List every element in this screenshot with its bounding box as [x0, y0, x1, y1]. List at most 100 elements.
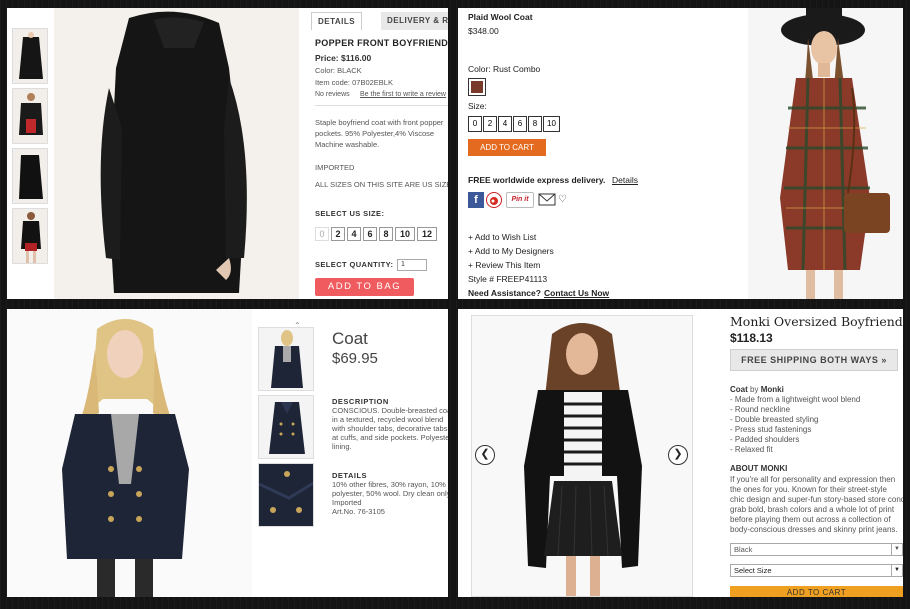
size-select[interactable]: Select Size ▼ [730, 564, 903, 577]
details-heading: DETAILS [332, 471, 368, 480]
product-title: Plaid Wool Coat [468, 12, 533, 22]
product-price: $348.00 [468, 26, 499, 36]
chevron-down-icon: ▼ [891, 565, 902, 576]
product-title: POPPER FRONT BOYFRIEND COAT [315, 38, 448, 48]
add-to-bag-button[interactable]: ADD TO BAG [315, 278, 414, 296]
pinterest-button[interactable]: Pin it [506, 192, 534, 208]
thumbnail-1[interactable] [258, 327, 314, 391]
size-option[interactable]: 2 [483, 116, 497, 132]
description-line-3: Machine washable. [315, 140, 380, 149]
tab-details[interactable]: DETAILS [311, 12, 363, 30]
feature-line: - Press stud fastenings [730, 425, 812, 434]
write-review-link[interactable]: Be the first to write a review [360, 91, 446, 98]
size-option[interactable]: 2 [331, 227, 345, 241]
quantity-input[interactable]: 1 [397, 259, 427, 271]
divider [315, 105, 448, 106]
feature-line: - Round neckline [730, 405, 791, 414]
details-line-4: Art.No. 76-3105 [332, 507, 385, 516]
chevron-down-icon: ▼ [891, 544, 902, 555]
about-line: grab bold, brash colors and a whole lot … [730, 505, 895, 514]
coat-label: Coat [730, 385, 748, 394]
description-line-5: lining. [332, 442, 352, 451]
details-line-1: 10% other fibres, 30% rayon, 10% [332, 480, 446, 489]
size-option[interactable]: 0 [315, 227, 329, 241]
feature-line: - Relaxed fit [730, 445, 773, 454]
topshop-product-panel: DETAILS DELIVERY & RETURNS POPPER FRONT … [7, 8, 448, 299]
add-to-cart-button[interactable]: ADD TO CART [730, 586, 903, 597]
hm-coat-product-panel: ⌃ Coat $69.95 DESCRIPTION CONSCIOUS. Dou… [7, 309, 448, 597]
weibo-icon[interactable] [486, 192, 502, 208]
tab-delivery-returns[interactable]: DELIVERY & RETURNS [381, 12, 448, 30]
about-line: before playing them out across a collect… [730, 515, 891, 524]
next-image-button[interactable]: ❯ [668, 445, 688, 465]
add-to-my-designers-link[interactable]: + Add to My Designers [468, 246, 554, 256]
prev-image-button[interactable]: ❮ [475, 445, 495, 465]
about-line: chic design and super-fun story-based st… [730, 495, 903, 504]
size-option[interactable]: 6 [363, 227, 377, 241]
thumbnail-3[interactable] [12, 148, 48, 204]
details-line-2: polyester, 50% wool. Dry clean only [332, 489, 448, 498]
color-swatch-rust[interactable] [468, 78, 486, 96]
size-option[interactable]: 4 [498, 116, 512, 132]
size-option[interactable]: 4 [347, 227, 361, 241]
thumbnail-2[interactable] [258, 395, 314, 459]
feature-line: - Made from a lightweight wool blend [730, 395, 861, 404]
description-line-2: in a textured, recycled wool blend [332, 415, 444, 424]
thumbnail-1[interactable] [12, 28, 48, 84]
style-number: Style # FREEP41113 [468, 274, 548, 284]
contact-us-link[interactable]: Contact Us Now [544, 288, 609, 298]
feature-line: - Padded shoulders [730, 435, 800, 444]
color-select-value: Black [734, 545, 753, 554]
product-price: Price: $116.00 [315, 53, 372, 63]
reviews-count: No reviews [315, 91, 350, 98]
details-line-3: Imported [332, 498, 362, 507]
feature-line: - Double breasted styling [730, 415, 819, 424]
size-option[interactable]: 12 [417, 227, 437, 241]
size-selector: 0 2 4 6 8 10 [468, 116, 560, 132]
size-select-value: Select Size [734, 566, 772, 575]
description-line-4: at cuffs, and side pockets. Polyester [332, 433, 448, 442]
size-option[interactable]: 10 [395, 227, 415, 241]
brand-link[interactable]: Monki [761, 385, 784, 394]
email-icon[interactable] [538, 192, 556, 208]
monki-coat-product-panel: ❮ ❯ Monki Oversized Boyfriend Coat $118.… [458, 309, 903, 597]
product-price: $69.95 [332, 350, 378, 367]
size-option[interactable]: 0 [468, 116, 482, 132]
size-label: Size: [468, 101, 487, 111]
free-shipping-button[interactable]: FREE SHIPPING BOTH WAYS » [730, 349, 898, 371]
thumbnail-3[interactable] [258, 463, 314, 527]
description-line-3: with shoulder tabs, decorative tabs [332, 424, 448, 433]
assistance-label: Need Assistance? [468, 288, 541, 298]
us-sizes-note: ALL SIZES ON THIS SITE ARE US SIZES [315, 180, 448, 189]
thumbnail-4[interactable] [12, 208, 48, 264]
description-line-1: Staple boyfriend coat with front popper [315, 118, 444, 127]
size-option[interactable]: 10 [543, 116, 560, 132]
color-select[interactable]: Black ▼ [730, 543, 903, 556]
product-price: $118.13 [730, 331, 773, 345]
review-item-link[interactable]: + Review This Item [468, 260, 540, 270]
size-option[interactable]: 6 [513, 116, 527, 132]
model-photo [7, 309, 252, 597]
product-color: Color: BLACK [315, 66, 362, 75]
select-size-label: SELECT US SIZE: [315, 209, 385, 218]
facebook-icon[interactable]: f [468, 192, 484, 208]
delivery-details-link[interactable]: Details [612, 175, 638, 185]
about-line: the ones for you. Known for their street… [730, 485, 887, 494]
size-option[interactable]: 8 [528, 116, 542, 132]
add-to-wish-list-link[interactable]: + Add to Wish List [468, 232, 536, 242]
size-selector: 0 2 4 6 8 10 12 [315, 227, 437, 241]
product-title: Coat [332, 329, 368, 348]
product-tabs: DETAILS DELIVERY & RETURNS [311, 12, 448, 30]
heart-icon[interactable]: ♡ [558, 192, 568, 208]
add-to-cart-button[interactable]: ADD TO CART [468, 139, 546, 156]
size-option[interactable]: 8 [379, 227, 393, 241]
plaid-coat-product-panel: Plaid Wool Coat $348.00 Color: Rust Comb… [458, 8, 903, 299]
color-label: Color: Rust Combo [468, 64, 541, 74]
about-line: body-conscious dresses and skinny print … [730, 525, 898, 534]
coat-by-line: Coat by Monki [730, 385, 784, 394]
imported-label: IMPORTED [315, 163, 355, 172]
model-photo [748, 8, 903, 299]
delivery-text: FREE worldwide express delivery. [468, 175, 606, 185]
swatch-fill [471, 81, 483, 93]
thumbnail-2[interactable] [12, 88, 48, 144]
